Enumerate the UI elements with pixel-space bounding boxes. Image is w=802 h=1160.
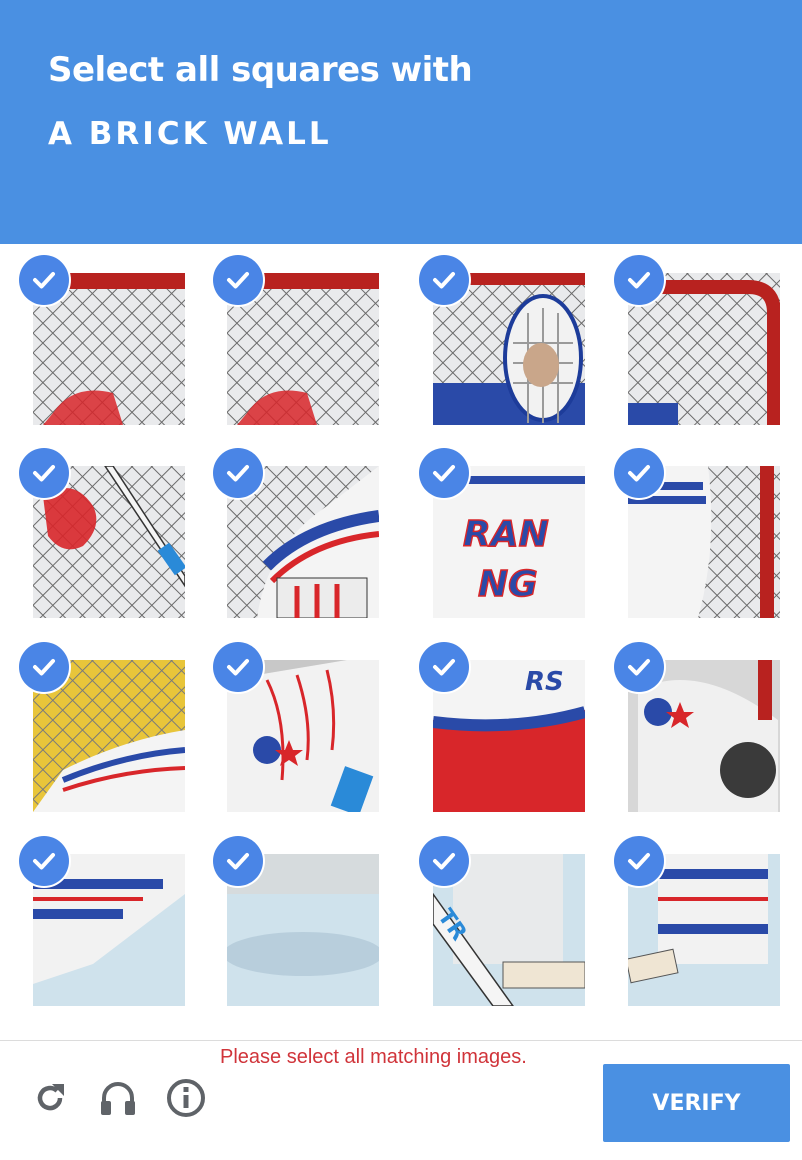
- checkmark-icon: [213, 255, 263, 305]
- checkmark-icon: [19, 448, 69, 498]
- challenge-header: Select all squares with A BRICK WALL: [0, 0, 802, 244]
- checkmark-icon: [614, 642, 664, 692]
- svg-text:RS: RS: [525, 667, 564, 697]
- checkmark-icon: [419, 642, 469, 692]
- verify-button[interactable]: VERIFY: [603, 1064, 790, 1142]
- target-object-text: A BRICK WALL: [48, 116, 332, 152]
- checkmark-icon: [213, 448, 263, 498]
- instruction-text: Select all squares with: [48, 50, 473, 90]
- checkmark-icon: [614, 836, 664, 886]
- headphones-icon[interactable]: [96, 1076, 140, 1120]
- error-message: Please select all matching images.: [220, 1046, 527, 1068]
- checkmark-icon: [614, 448, 664, 498]
- refresh-icon[interactable]: [28, 1076, 72, 1120]
- checkmark-icon: [419, 836, 469, 886]
- svg-text:NG: NG: [478, 564, 538, 605]
- svg-text:RAN: RAN: [463, 514, 549, 555]
- image-grid: RAN NG RS TR: [0, 244, 802, 1040]
- info-icon[interactable]: [164, 1076, 208, 1120]
- checkmark-icon: [614, 255, 664, 305]
- checkmark-icon: [19, 836, 69, 886]
- checkmark-icon: [213, 642, 263, 692]
- checkmark-icon: [213, 836, 263, 886]
- checkmark-icon: [419, 448, 469, 498]
- checkmark-icon: [19, 255, 69, 305]
- checkmark-icon: [419, 255, 469, 305]
- checkmark-icon: [19, 642, 69, 692]
- footer-divider: [0, 1040, 802, 1041]
